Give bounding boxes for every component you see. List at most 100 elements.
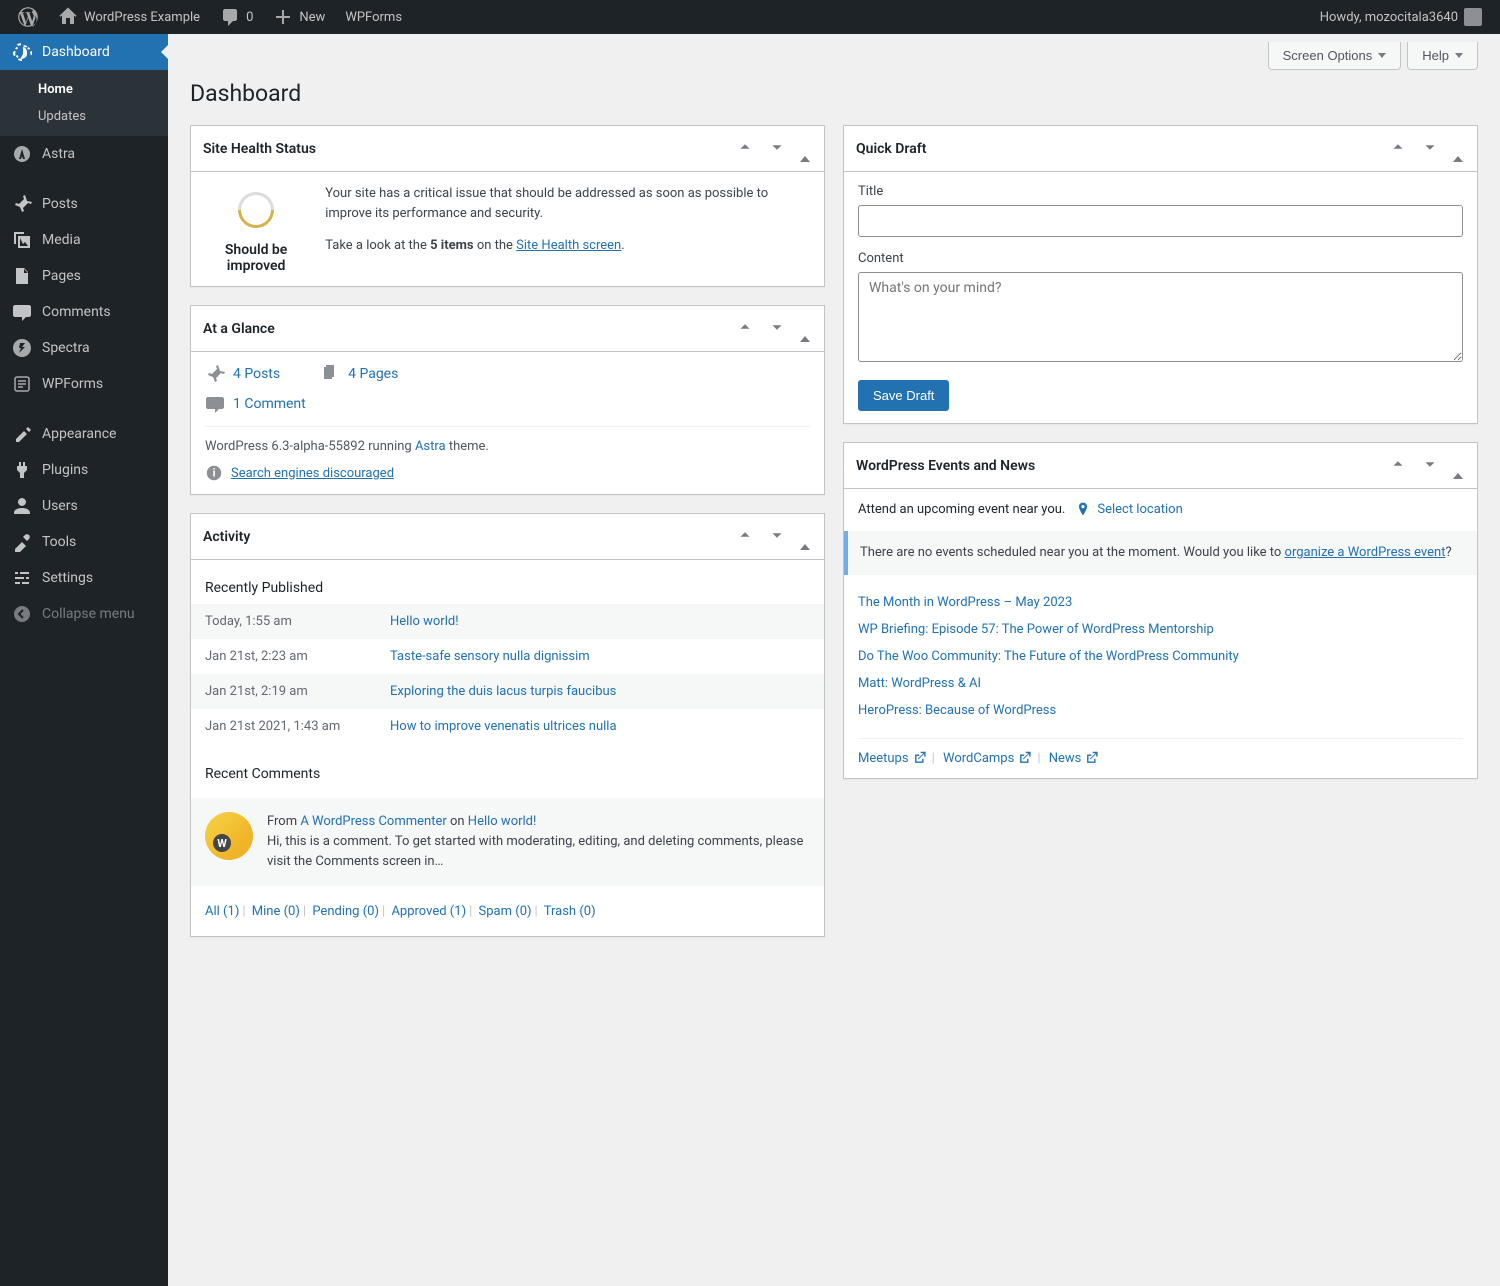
news-item: The Month in WordPress – May 2023	[858, 589, 1463, 616]
news-link[interactable]: News	[1049, 751, 1100, 766]
draft-title-input[interactable]	[858, 205, 1463, 237]
main-content: Screen Options Help Dashboard Site Healt…	[168, 34, 1500, 1286]
sidebar-item-media[interactable]: Media	[0, 222, 168, 258]
news-link[interactable]: The Month in WordPress – May 2023	[858, 595, 1072, 610]
move-up-button[interactable]	[734, 524, 756, 550]
comment-author-link[interactable]: A WordPress Commenter	[300, 814, 446, 829]
move-up-button[interactable]	[1387, 453, 1409, 479]
site-health-link[interactable]: Site Health screen	[516, 238, 621, 253]
toggle-button[interactable]	[798, 139, 812, 158]
news-link[interactable]: Matt: WordPress & AI	[858, 676, 981, 691]
wpforms-label: WPForms	[345, 10, 402, 25]
posts-count-link[interactable]: 4 Posts	[233, 366, 280, 382]
filter-pending[interactable]: Pending (0)	[312, 904, 379, 919]
toggle-button[interactable]	[798, 319, 812, 338]
menu-label: Users	[42, 498, 78, 514]
sidebar-item-settings[interactable]: Settings	[0, 560, 168, 596]
comments-menu[interactable]: 0	[210, 0, 263, 34]
comment-excerpt: Hi, this is a comment. To get started wi…	[267, 832, 810, 872]
activity-post-link[interactable]: Taste-safe sensory nulla dignissim	[390, 649, 590, 664]
content-label: Content	[858, 251, 1463, 266]
activity-post-link[interactable]: Hello world!	[390, 614, 459, 629]
move-down-button[interactable]	[766, 524, 788, 550]
sidebar-item-comments[interactable]: Comments	[0, 294, 168, 330]
pages-count-link[interactable]: 4 Pages	[348, 366, 398, 382]
sidebar-item-users[interactable]: Users	[0, 488, 168, 524]
sidebar-item-dashboard[interactable]: Dashboard	[0, 34, 168, 70]
account-menu[interactable]: Howdy, mozocitala3640	[1310, 0, 1492, 34]
activity-post-link[interactable]: Exploring the duis lacus turpis faucibus	[390, 684, 616, 699]
filter-spam[interactable]: Spam (0)	[479, 904, 532, 919]
sidebar-item-tools[interactable]: Tools	[0, 524, 168, 560]
filter-mine[interactable]: Mine (0)	[252, 904, 300, 919]
page-icon	[12, 266, 32, 286]
widget-title: WordPress Events and News	[856, 458, 1035, 474]
news-link[interactable]: WP Briefing: Episode 57: The Power of Wo…	[858, 622, 1214, 637]
external-link-icon	[913, 751, 927, 765]
activity-date: Today, 1:55 am	[205, 614, 370, 629]
news-link[interactable]: HeroPress: Because of WordPress	[858, 703, 1056, 718]
activity-date: Jan 21st 2021, 1:43 am	[205, 719, 370, 734]
filter-trash[interactable]: Trash (0)	[544, 904, 596, 919]
site-name-menu[interactable]: WordPress Example	[48, 0, 210, 34]
toggle-button[interactable]	[1451, 456, 1465, 475]
select-location-button[interactable]: Select location	[1075, 501, 1182, 517]
comment-filters: All (1)| Mine (0)| Pending (0)| Approved…	[205, 900, 810, 923]
comment-icon	[220, 7, 240, 27]
filter-approved[interactable]: Approved (1)	[391, 904, 466, 919]
move-down-button[interactable]	[766, 316, 788, 342]
menu-label: WPForms	[42, 376, 103, 392]
version-line: WordPress 6.3-alpha-55892 running Astra …	[205, 426, 810, 454]
search-engines-link[interactable]: Search engines discouraged	[231, 466, 394, 481]
move-down-button[interactable]	[766, 136, 788, 162]
move-up-button[interactable]	[734, 316, 756, 342]
move-down-button[interactable]	[1419, 136, 1441, 162]
events-news-widget: WordPress Events and News Attend an upco…	[843, 442, 1478, 779]
pages-icon	[320, 364, 340, 384]
health-gauge-icon	[231, 185, 282, 236]
recent-comments-title: Recent Comments	[205, 758, 810, 790]
move-up-button[interactable]	[1387, 136, 1409, 162]
at-a-glance-widget: At a Glance 4 Posts	[190, 305, 825, 495]
submenu-updates[interactable]: Updates	[0, 103, 168, 130]
wrench-icon	[12, 532, 32, 552]
admin-bar: WordPress Example 0 New WPForms Howdy, m…	[0, 0, 1500, 34]
news-link[interactable]: Do The Woo Community: The Future of the …	[858, 649, 1239, 664]
comment-post-link[interactable]: Hello world!	[468, 814, 537, 829]
help-button[interactable]: Help	[1407, 42, 1478, 70]
wp-logo-menu[interactable]	[8, 0, 48, 34]
title-label: Title	[858, 184, 1463, 199]
draft-content-textarea[interactable]	[858, 272, 1463, 362]
sidebar-item-pages[interactable]: Pages	[0, 258, 168, 294]
sidebar-item-wpforms[interactable]: WPForms	[0, 366, 168, 402]
theme-link[interactable]: Astra	[415, 439, 446, 454]
sidebar-item-appearance[interactable]: Appearance	[0, 416, 168, 452]
activity-post-link[interactable]: How to improve venenatis ultrices nulla	[390, 719, 617, 734]
sidebar-item-astra[interactable]: Astra	[0, 136, 168, 172]
toggle-button[interactable]	[798, 527, 812, 546]
move-up-button[interactable]	[734, 136, 756, 162]
comment-icon	[205, 394, 225, 414]
comments-count-link[interactable]: 1 Comment	[233, 396, 306, 412]
submenu-home[interactable]: Home	[0, 76, 168, 103]
move-down-button[interactable]	[1419, 453, 1441, 479]
save-draft-button[interactable]: Save Draft	[858, 380, 949, 411]
toggle-button[interactable]	[1451, 139, 1465, 158]
filter-all[interactable]: All (1)	[205, 904, 239, 919]
wpforms-menu[interactable]: WPForms	[335, 0, 412, 34]
collapse-menu[interactable]: Collapse menu	[0, 596, 168, 632]
screen-options-button[interactable]: Screen Options	[1268, 42, 1402, 70]
sidebar-item-posts[interactable]: Posts	[0, 186, 168, 222]
site-health-widget: Site Health Status Should be improved	[190, 125, 825, 287]
wordcamps-link[interactable]: WordCamps	[943, 751, 1032, 766]
news-item: Do The Woo Community: The Future of the …	[858, 643, 1463, 670]
meetups-link[interactable]: Meetups	[858, 751, 927, 766]
menu-label: Pages	[42, 268, 81, 284]
sidebar-item-plugins[interactable]: Plugins	[0, 452, 168, 488]
organize-event-link[interactable]: organize a WordPress event	[1285, 545, 1446, 560]
new-content-menu[interactable]: New	[263, 0, 335, 34]
sidebar-item-spectra[interactable]: Spectra	[0, 330, 168, 366]
menu-label: Settings	[42, 570, 93, 586]
comments-icon	[12, 302, 32, 322]
activity-date: Jan 21st, 2:19 am	[205, 684, 370, 699]
